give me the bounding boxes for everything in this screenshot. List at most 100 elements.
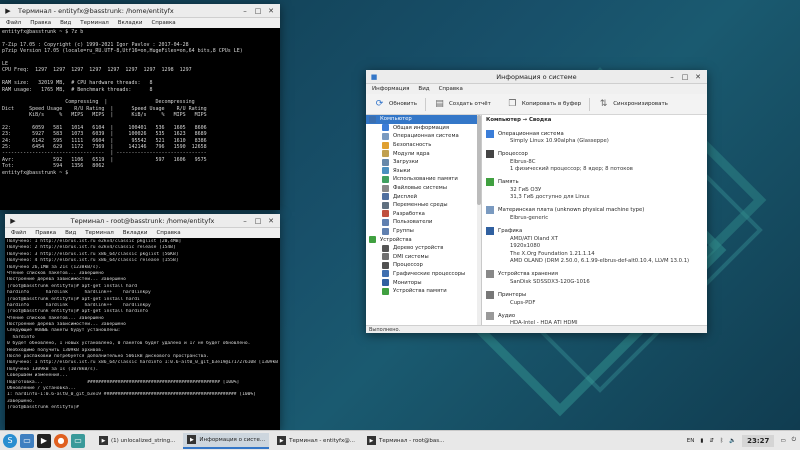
menu-information[interactable]: Информация xyxy=(372,86,409,92)
tree-item[interactable]: Модули ядра xyxy=(366,149,481,158)
tree-item[interactable]: Группы xyxy=(366,227,481,236)
browser-launcher-icon[interactable]: ● xyxy=(54,433,68,448)
minimize-button[interactable]: – xyxy=(241,7,249,15)
tree-scrollbar-thumb[interactable] xyxy=(477,115,481,205)
menu-file[interactable]: Файл xyxy=(11,230,26,236)
category-icon xyxy=(382,184,389,192)
menu-terminal[interactable]: Терминал xyxy=(80,20,108,26)
menu-tabs[interactable]: Вкладки xyxy=(123,230,148,236)
terminal1-titlebar[interactable]: ▶ Терминал - entityfx@basstrunk: /home/e… xyxy=(0,4,280,18)
tree-item[interactable]: Безопасность xyxy=(366,141,481,150)
battery-icon[interactable]: ▮ xyxy=(700,438,703,444)
menu-view[interactable]: Вид xyxy=(418,86,429,92)
category-tree[interactable]: Компьютер Общая информация Операционная си… xyxy=(366,115,482,325)
file-manager-icon[interactable]: ▭ xyxy=(20,433,34,448)
close-button[interactable]: ✕ xyxy=(267,217,275,225)
tree-item[interactable]: Языки xyxy=(366,167,481,176)
tree-item[interactable]: Общая информация xyxy=(366,124,481,133)
tree-item-label: Общая информация xyxy=(393,124,450,131)
keyboard-layout[interactable]: EN xyxy=(687,438,695,444)
volume-icon[interactable]: 🔈 xyxy=(729,438,736,444)
menu-help[interactable]: Справка xyxy=(151,20,175,26)
section-header: Графика xyxy=(486,227,703,236)
tree-item-label: Файловые системы xyxy=(393,185,447,192)
create-report-button[interactable]: ▤ Создать отчёт xyxy=(434,99,491,110)
tree-item[interactable]: Компьютер xyxy=(366,115,481,124)
terminal-window-entityfx[interactable]: ▶ Терминал - entityfx@basstrunk: /home/e… xyxy=(0,4,280,210)
tree-item[interactable]: Мониторы xyxy=(366,278,481,287)
sync-label: Синхронизировать xyxy=(613,101,668,107)
section-title: Операционная система xyxy=(498,130,564,137)
menu-view[interactable]: Вид xyxy=(60,20,71,26)
taskbar-task[interactable]: ▶ (1) unlocalized_string... xyxy=(95,433,179,449)
sysinfo-titlebar[interactable]: ■ Информация о системе – □ ✕ xyxy=(366,70,707,84)
show-desktop-icon[interactable]: ▭ xyxy=(71,433,85,448)
menu-tabs[interactable]: Вкладки xyxy=(118,20,143,26)
notifications-icon[interactable]: ▭ xyxy=(780,438,785,444)
tree-item[interactable]: Загрузки xyxy=(366,158,481,167)
maximize-button[interactable]: □ xyxy=(681,73,689,81)
terminal2-titlebar[interactable]: ▶ Терминал - root@basstrunk: /home/entit… xyxy=(5,214,280,228)
tree-item[interactable]: Файловые системы xyxy=(366,184,481,193)
tree-item-label: Группы xyxy=(393,228,414,235)
taskbar-task[interactable]: ▶ Терминал - root@bas... xyxy=(363,433,448,449)
system-info-window[interactable]: ■ Информация о системе – □ ✕ Информация … xyxy=(366,70,707,333)
close-button[interactable]: ✕ xyxy=(267,7,275,15)
tree-item[interactable]: Переменные среды xyxy=(366,201,481,210)
maximize-button[interactable]: □ xyxy=(254,7,262,15)
tree-item[interactable]: Пользователи xyxy=(366,218,481,227)
synchronize-button[interactable]: ⇅ Синхронизировать xyxy=(598,99,668,110)
terminal-icon: ▶ xyxy=(5,6,11,15)
category-icon xyxy=(382,193,389,201)
terminal2-output[interactable]: Получено: 1 http://elbrus.ist.ru e2kv4/c… xyxy=(5,238,280,430)
copy-icon: ❐ xyxy=(508,99,517,109)
terminal-launcher-icon[interactable]: ▶ xyxy=(37,433,51,448)
tree-item[interactable]: DMI системы xyxy=(366,253,481,262)
details-pane: Компьютер → Сводка Операционная система S… xyxy=(482,115,707,325)
tree-item[interactable]: Устройства памяти xyxy=(366,287,481,296)
menu-help[interactable]: Справка xyxy=(439,86,463,92)
tree-item-label: Загрузки xyxy=(393,159,419,166)
tree-item[interactable]: Устройства xyxy=(366,235,481,244)
power-icon[interactable]: ⏻ xyxy=(792,437,796,444)
section-value: Simply Linux 10.90alpha (Glasseppe) xyxy=(510,138,609,144)
minimize-button[interactable]: – xyxy=(668,73,676,81)
terminal-window-root[interactable]: ▶ Терминал - root@basstrunk: /home/entit… xyxy=(5,214,280,430)
tree-item-label: Модули ядра xyxy=(393,150,430,157)
bluetooth-icon[interactable]: ᛒ xyxy=(720,438,723,444)
refresh-label: Обновить xyxy=(389,101,417,107)
tree-scrollbar[interactable] xyxy=(477,115,481,325)
terminal1-output[interactable]: entityfx@basstrunk ~ $ 7z b 7-Zip 17.05 :… xyxy=(0,28,280,210)
section-header: Процессор xyxy=(486,150,703,159)
category-icon xyxy=(382,227,389,235)
tree-item[interactable]: Процессор xyxy=(366,261,481,270)
tree-item[interactable]: Использование памяти xyxy=(366,175,481,184)
close-button[interactable]: ✕ xyxy=(694,73,702,81)
tree-item[interactable]: Дерево устройств xyxy=(366,244,481,253)
taskbar-task[interactable]: ▶ Терминал - entityfx@... xyxy=(273,433,359,449)
tree-item[interactable]: Разработка xyxy=(366,210,481,219)
copy-to-clipboard-button[interactable]: ❐ Копировать в буфер xyxy=(507,99,581,110)
tree-item[interactable]: Операционная система xyxy=(366,132,481,141)
category-icon xyxy=(382,210,389,218)
maximize-button[interactable]: □ xyxy=(254,217,262,225)
minimize-button[interactable]: – xyxy=(241,217,249,225)
refresh-button[interactable]: ⟳ Обновить xyxy=(374,99,417,110)
section-value: 32 ГиБ ОЗУ xyxy=(510,186,542,193)
tree-item[interactable]: Графические процессоры xyxy=(366,270,481,279)
tree-item-label: Использование памяти xyxy=(393,176,458,183)
menu-help[interactable]: Справка xyxy=(156,230,180,236)
start-menu-icon[interactable]: S xyxy=(3,433,17,448)
network-icon[interactable]: ⇵ xyxy=(709,438,714,444)
taskbar-task[interactable]: ▶ Информация о систе... xyxy=(183,432,270,449)
category-icon xyxy=(382,201,389,209)
clock[interactable]: 23:27 xyxy=(742,434,775,447)
menu-edit[interactable]: Правка xyxy=(30,20,51,26)
menu-view[interactable]: Вид xyxy=(65,230,76,236)
create-report-label: Создать отчёт xyxy=(448,101,491,107)
menu-edit[interactable]: Правка xyxy=(35,230,56,236)
tree-item[interactable]: Дисплей xyxy=(366,192,481,201)
section-title: Процессор xyxy=(498,151,528,158)
menu-file[interactable]: Файл xyxy=(6,20,21,26)
menu-terminal[interactable]: Терминал xyxy=(85,230,113,236)
